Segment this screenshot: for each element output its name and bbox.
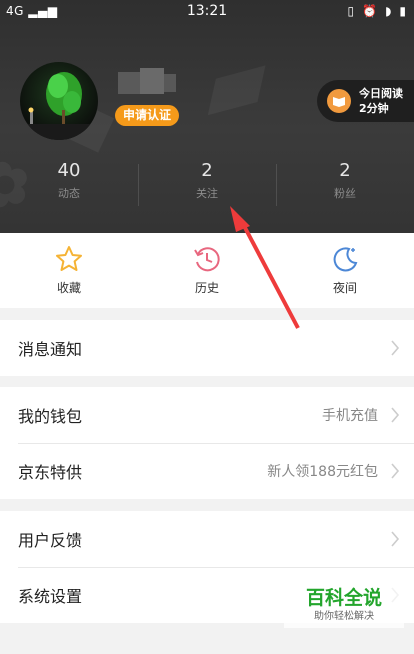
watermark-title: 百科全说: [305, 587, 382, 609]
watermark-logo: 百科全说 助你轻松解决: [284, 586, 404, 628]
annotation-arrow: [230, 206, 300, 329]
watermark-subtitle: 助你轻松解决: [314, 611, 374, 622]
